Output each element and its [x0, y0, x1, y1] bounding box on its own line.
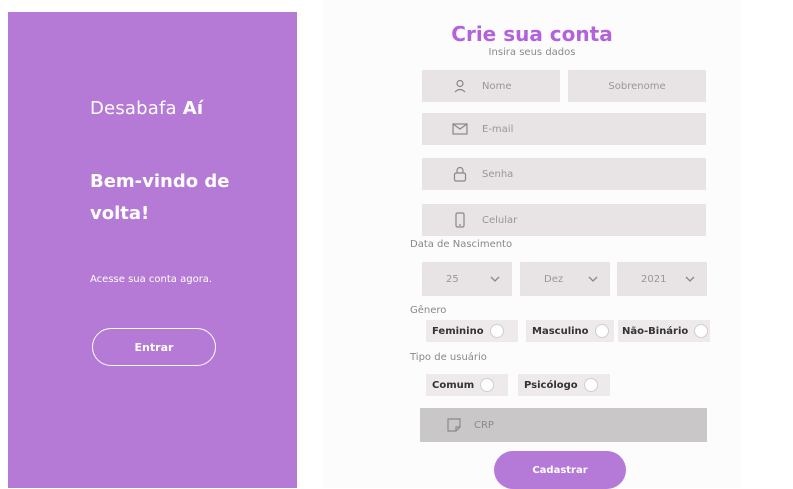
password-placeholder: Senha [482, 168, 514, 180]
form-subtitle: Insira seus dados [488, 47, 576, 58]
signup-button[interactable]: Cadastrar [494, 451, 626, 489]
gender-option-label: Não-Binário [622, 325, 689, 337]
signup-form: Crie sua conta Insira seus dados Nome So… [322, 0, 742, 489]
gender-option-masculino[interactable]: Masculino [526, 320, 614, 342]
lock-icon [452, 166, 468, 182]
first-name-placeholder: Nome [482, 80, 512, 92]
phone-field[interactable]: Celular [422, 204, 706, 236]
phone-icon [452, 212, 468, 228]
gender-option-label: Masculino [532, 325, 589, 337]
radio-button[interactable] [583, 378, 598, 392]
last-name-placeholder: Sobrenome [608, 80, 666, 92]
welcome-subtext: Acesse sua conta agora. [90, 274, 213, 285]
user-type-option-label: Comum [432, 379, 475, 391]
email-field[interactable]: E-mail [422, 113, 706, 145]
gender-option-nao-binario[interactable]: Não-Binário [618, 320, 710, 342]
chevron-down-icon [490, 276, 500, 282]
chevron-down-icon [685, 276, 695, 282]
user-type-option-comum[interactable]: Comum [426, 374, 508, 396]
password-field[interactable]: Senha [422, 158, 706, 190]
welcome-panel: Desabafa Aí Bem-vindo de volta! Acesse s… [8, 12, 297, 488]
radio-button[interactable] [480, 378, 495, 392]
phone-placeholder: Celular [482, 214, 518, 226]
birth-month-value: Dez [544, 273, 564, 285]
brand-name-strong: Aí [182, 98, 204, 119]
login-button[interactable]: Entrar [92, 328, 216, 366]
brand-name: Desabafa [90, 98, 177, 119]
email-placeholder: E-mail [482, 123, 514, 135]
crp-placeholder: CRP [474, 419, 494, 431]
birth-year-select[interactable]: 2021 [617, 262, 707, 296]
note-icon [446, 417, 462, 433]
birth-year-value: 2021 [641, 273, 667, 285]
welcome-heading: Bem-vindo de volta! [90, 171, 230, 224]
birth-day-select[interactable]: 25 [422, 262, 512, 296]
user-type-option-label: Psicólogo [524, 379, 578, 391]
chevron-down-icon [588, 276, 598, 282]
user-icon [452, 78, 468, 94]
last-name-field[interactable]: Sobrenome [568, 70, 706, 102]
gender-option-label: Feminino [432, 325, 484, 337]
radio-button[interactable] [694, 324, 709, 338]
crp-field[interactable]: CRP [420, 408, 707, 442]
user-type-option-psicologo[interactable]: Psicólogo [518, 374, 610, 396]
birth-day-value: 25 [446, 273, 459, 285]
radio-button[interactable] [489, 324, 504, 338]
gender-option-feminino[interactable]: Feminino [426, 320, 518, 342]
birth-date-label: Data de Nascimento [410, 239, 513, 250]
birth-month-select[interactable]: Dez [520, 262, 610, 296]
brand-logo: Desabafa Aí [90, 98, 203, 119]
form-title: Crie sua conta [451, 22, 613, 46]
radio-button[interactable] [594, 324, 609, 338]
envelope-icon [452, 121, 468, 137]
gender-label: Gênero [410, 305, 447, 316]
user-type-label: Tipo de usuário [410, 352, 487, 363]
first-name-field[interactable]: Nome [422, 70, 560, 102]
